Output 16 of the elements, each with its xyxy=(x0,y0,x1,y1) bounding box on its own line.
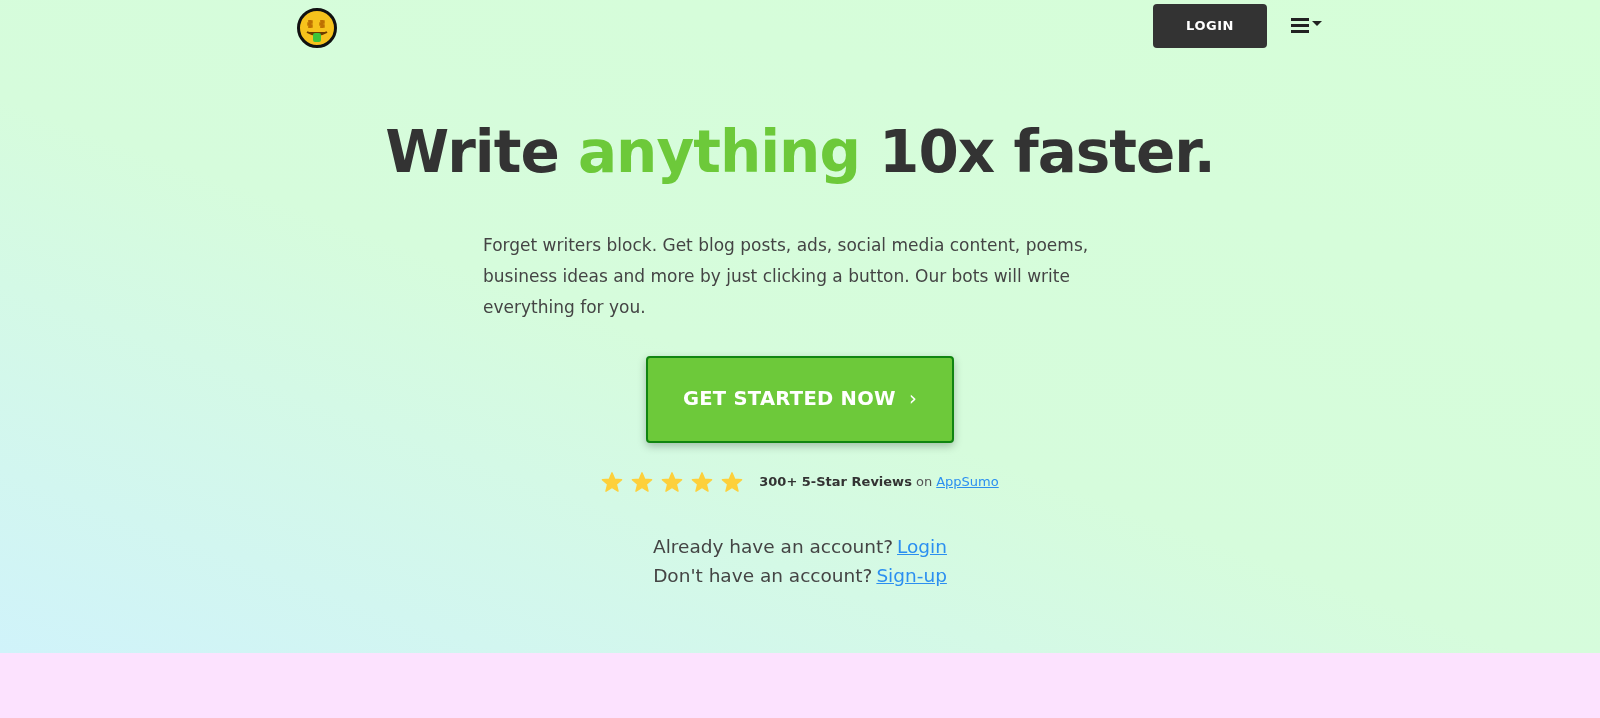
review-summary: 300+ 5-Star Reviews on xyxy=(759,472,933,491)
star-icon xyxy=(691,470,714,493)
star-icon xyxy=(721,470,744,493)
account-link[interactable]: Sign-up xyxy=(876,560,947,590)
headline: Write anything 10x faster. xyxy=(384,118,1216,188)
login-button[interactable]: LOGIN xyxy=(1153,4,1267,48)
account-link[interactable]: Login xyxy=(897,531,947,561)
account-prompt: Already have an account? xyxy=(653,534,894,559)
star-icon xyxy=(601,470,624,493)
money-face-icon[interactable] xyxy=(297,8,337,48)
intro-paragraph: Forget writers block. Get blog posts, ads, social media content, poems, business ideas and more by just clicking a button. Our bots will write everything for you. xyxy=(482,233,1090,319)
star-icon xyxy=(661,470,684,493)
star-icon xyxy=(631,470,654,493)
appsumo-link[interactable]: AppSumo xyxy=(936,471,999,492)
get-started-button[interactable]: GET STARTED NOW › xyxy=(646,355,954,443)
account-prompt: Don't have an account? xyxy=(653,563,873,588)
